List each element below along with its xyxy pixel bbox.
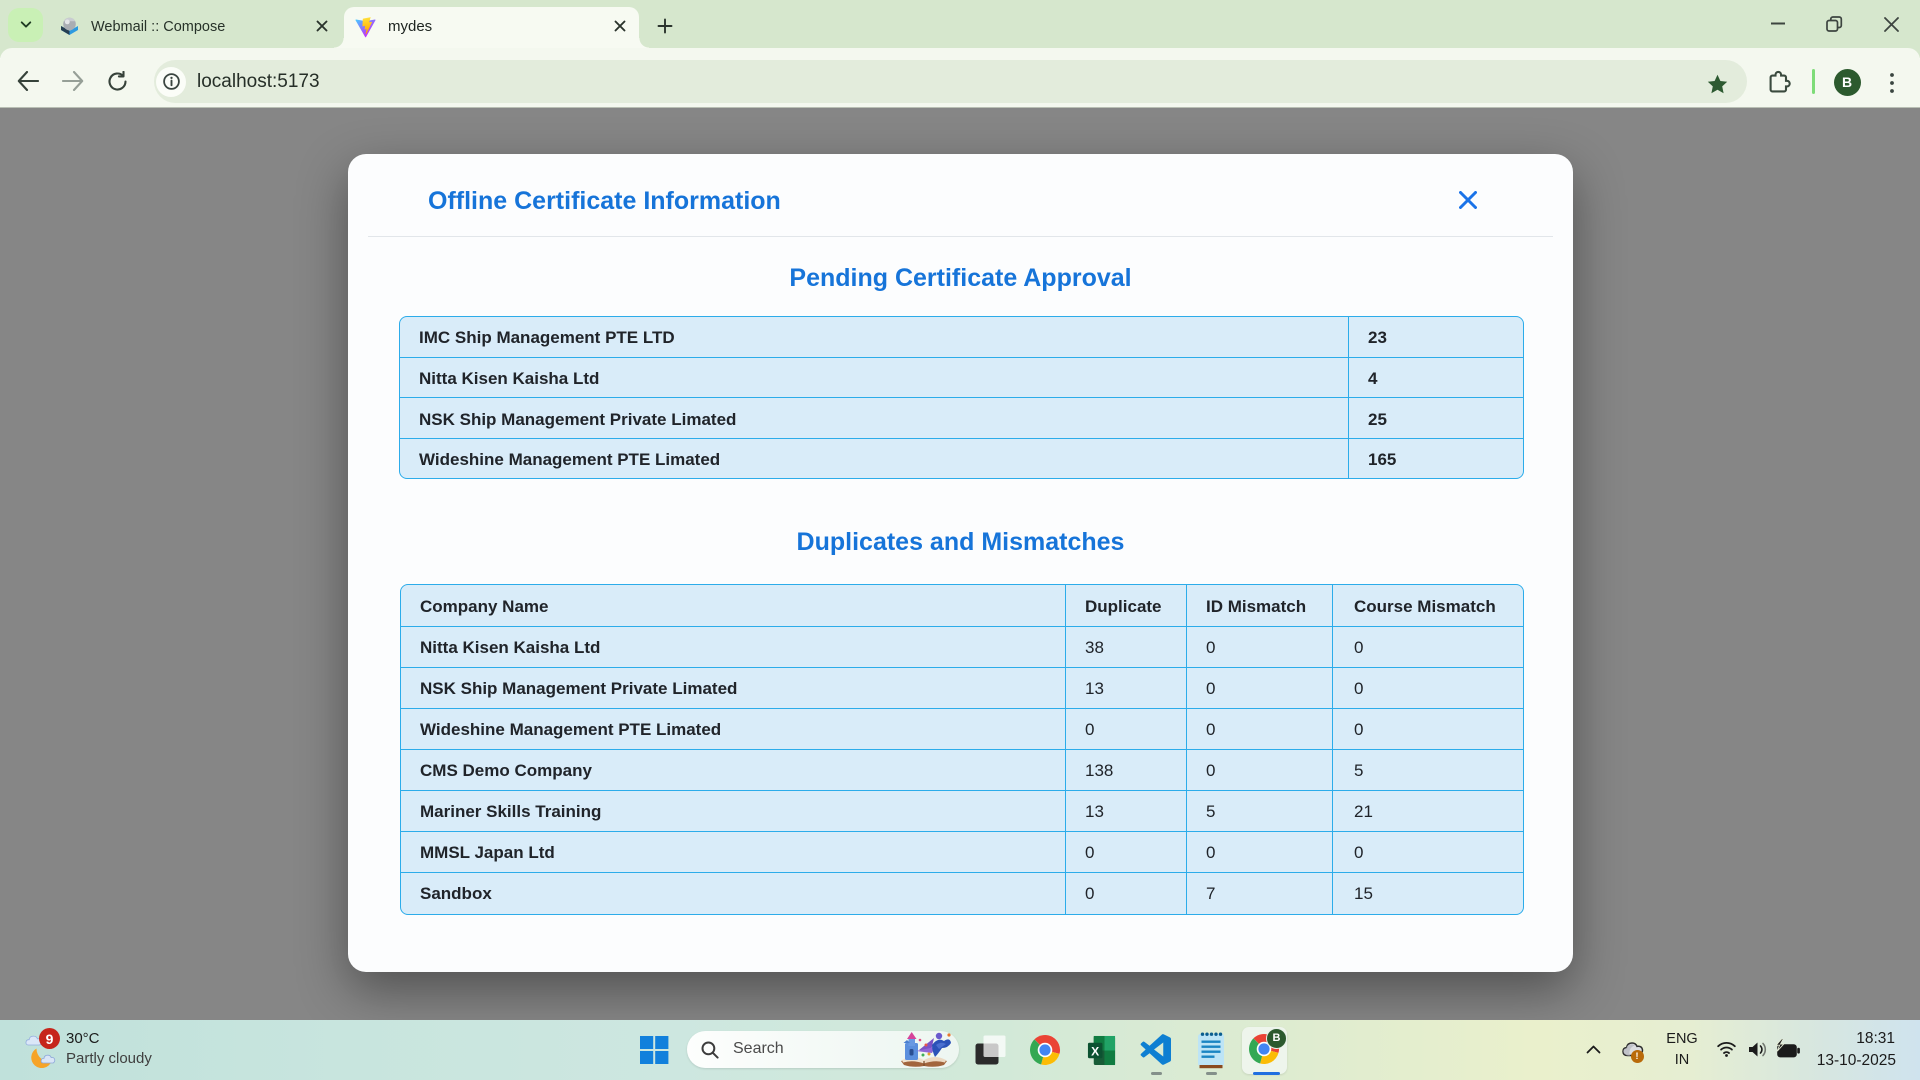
svg-text:X: X	[1091, 1044, 1099, 1058]
